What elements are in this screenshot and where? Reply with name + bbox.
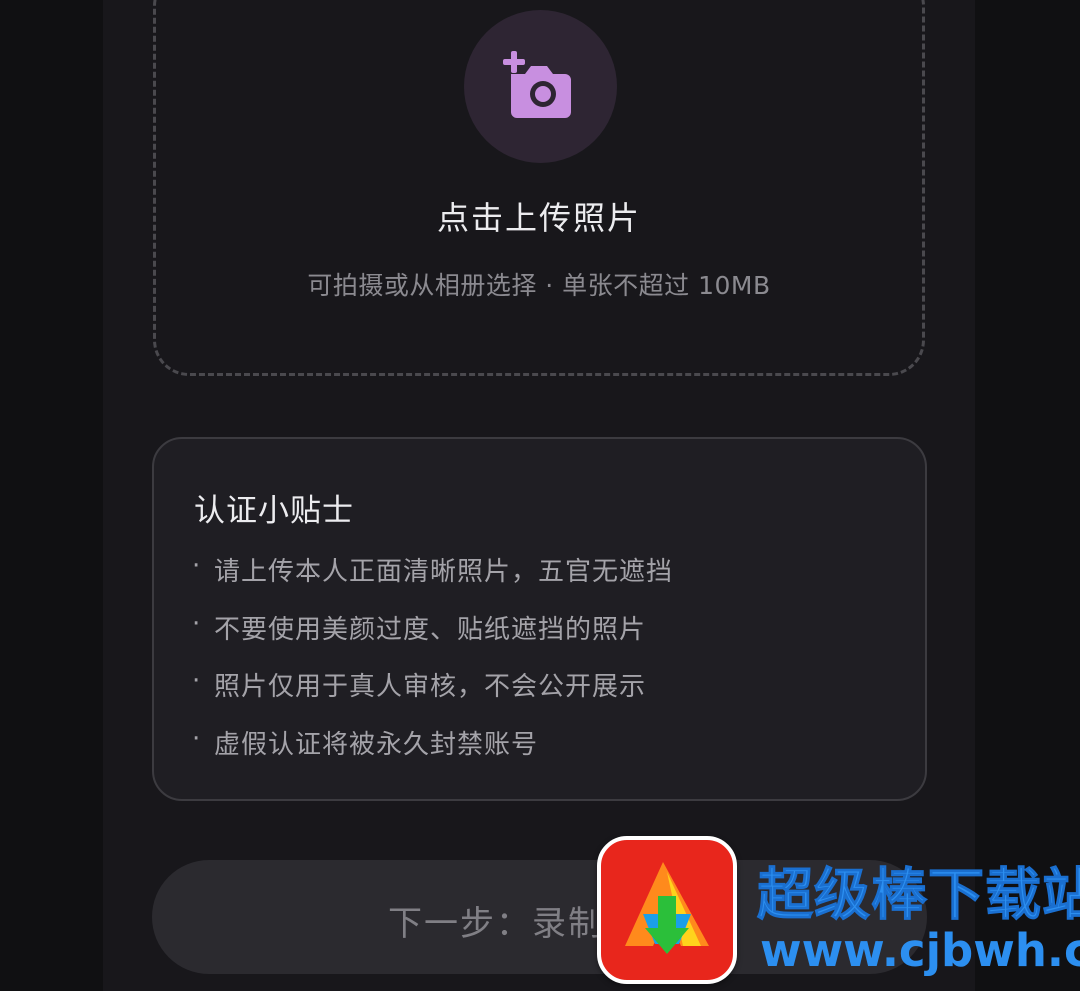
watermark-url: www.cjbwh.com: [760, 924, 1080, 977]
tips-title: 认证小贴士: [194, 493, 354, 529]
bullet: ·: [192, 551, 202, 581]
watermark-logo: [597, 836, 737, 984]
tip-text: 虚假认证将被永久封禁账号: [214, 729, 539, 760]
tip-text: 不要使用美颜过度、贴纸遮挡的照片: [214, 614, 647, 645]
tips-list: · 请上传本人正面清晰照片，五官无遮挡 · 不要使用美颜过度、贴纸遮挡的照片 ·…: [192, 551, 673, 781]
verification-tips-card: 认证小贴士 · 请上传本人正面清晰照片，五官无遮挡 · 不要使用美颜过度、贴纸遮…: [152, 437, 927, 801]
bullet: ·: [192, 666, 202, 696]
bullet: ·: [192, 608, 202, 639]
tip-item: · 不要使用美颜过度、贴纸遮挡的照片: [192, 609, 673, 667]
page: 点击上传照片 可拍摄或从相册选择 · 单张不超过 10MB 认证小贴士 · 请上…: [0, 0, 1080, 991]
add-photo-icon: [503, 51, 571, 118]
tip-text: 照片仅用于真人审核，不会公开展示: [214, 672, 647, 702]
watermark-title: 超级棒下载站: [757, 863, 1080, 929]
next-step-label: 下一步：录制: [388, 905, 604, 943]
tip-item: · 虚假认证将被永久封禁账号: [192, 724, 673, 782]
bullet: ·: [192, 723, 202, 754]
tip-text: 请上传本人正面清晰照片，五官无遮挡: [214, 557, 674, 587]
upload-icon-circle[interactable]: [464, 10, 617, 163]
tip-item: · 照片仅用于真人审核，不会公开展示: [192, 666, 673, 724]
upload-title: 点击上传照片: [436, 199, 641, 237]
upload-subtitle: 可拍摄或从相册选择 · 单张不超过 10MB: [307, 271, 771, 300]
tip-item: · 请上传本人正面清晰照片，五官无遮挡: [192, 551, 673, 609]
download-arrow-icon: [625, 862, 709, 954]
